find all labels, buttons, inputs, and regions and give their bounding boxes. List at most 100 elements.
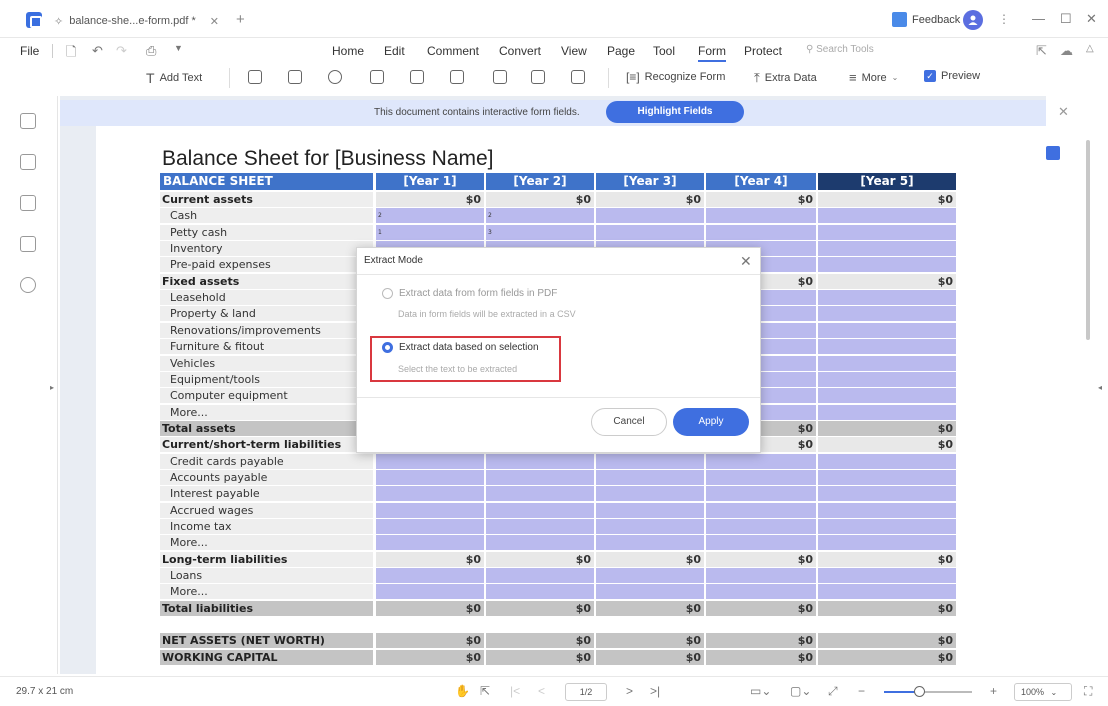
form-field[interactable] [818,355,956,371]
maximize-button[interactable]: ☐ [1060,11,1072,27]
attachment-icon[interactable] [20,236,36,252]
form-field[interactable] [596,224,704,240]
comment-icon[interactable] [20,195,36,211]
zoom-out-icon[interactable]: − [858,684,865,698]
undo-icon[interactable]: ↶ [92,43,103,59]
more-tool[interactable]: ≡ More ⌄ [849,70,898,85]
form-field[interactable] [376,568,484,584]
prev-page-icon[interactable]: < [538,684,545,698]
form-field[interactable] [818,290,956,306]
signature-field-tool[interactable] [531,70,545,84]
vertical-scrollbar[interactable] [1086,140,1090,340]
quick-access-dropdown-icon[interactable]: ▼ [174,43,183,53]
close-notification-icon[interactable]: ✕ [1058,104,1069,120]
view-mode-icon[interactable]: ▢⌄ [790,684,811,698]
image-field-tool[interactable] [493,70,507,84]
cancel-button[interactable]: Cancel [591,408,667,436]
form-field[interactable] [818,584,956,600]
search-icon[interactable] [20,277,36,293]
menu-page[interactable]: Page [607,44,635,58]
recognize-form-tool[interactable]: [≡] Recognize Form [626,70,725,84]
more-options-icon[interactable]: ⋮ [998,12,1010,26]
form-field[interactable] [818,519,956,534]
cloud-upload-icon[interactable]: ☁ [1060,43,1073,59]
form-field[interactable] [818,339,956,355]
expand-right-panel-icon[interactable]: ◂ [1098,383,1102,392]
form-field[interactable] [818,241,956,257]
search-tools[interactable]: ⚲ Search Tools [806,44,874,55]
form-field[interactable]: 3 [486,224,594,240]
form-field[interactable] [486,469,594,485]
close-tab-icon[interactable]: ✕ [210,15,219,28]
menu-comment[interactable]: Comment [427,44,479,58]
form-field[interactable]: 1 [376,224,484,240]
form-field[interactable] [706,502,816,518]
menu-form[interactable]: Form [698,44,726,62]
form-field[interactable] [818,208,956,224]
form-field[interactable] [818,404,956,420]
form-field[interactable] [596,584,704,600]
form-field[interactable] [706,486,816,502]
text-field-tool[interactable] [248,70,262,84]
form-field[interactable] [486,584,594,600]
form-field[interactable] [818,224,956,240]
form-field[interactable] [376,535,484,551]
form-field[interactable] [596,502,704,518]
form-field[interactable] [596,208,704,224]
form-field[interactable] [818,388,956,404]
print-icon[interactable]: ⎙ [146,43,156,59]
option-form-fields[interactable]: Extract data from form fields in PDF [382,288,557,299]
form-field[interactable] [376,584,484,600]
file-menu[interactable]: File [20,44,39,58]
form-field[interactable] [486,453,594,469]
close-dialog-icon[interactable]: ✕ [740,253,752,270]
form-field[interactable] [596,568,704,584]
form-field[interactable] [486,568,594,584]
form-field[interactable] [818,535,956,551]
properties-panel-icon[interactable] [1046,146,1060,160]
form-field[interactable] [376,519,484,534]
form-field[interactable] [818,568,956,584]
form-field[interactable] [596,453,704,469]
form-field[interactable] [706,568,816,584]
form-field[interactable] [818,322,956,338]
save-icon[interactable]: 🗋 [66,43,76,65]
redo-icon[interactable]: ↷ [116,43,127,59]
checkbox-tool[interactable] [288,70,302,84]
form-field[interactable] [706,224,816,240]
zoom-slider-handle[interactable] [914,686,925,697]
form-field[interactable] [376,453,484,469]
zoom-in-icon[interactable]: + [990,684,997,698]
checkbox-checked-icon[interactable]: ✓ [924,70,936,82]
form-field[interactable] [706,519,816,534]
menu-tool[interactable]: Tool [653,44,675,58]
bookmark-icon[interactable] [20,154,36,170]
radio-button-tool[interactable] [328,70,342,84]
fullscreen-icon[interactable]: ⛶ [1084,684,1092,699]
form-field[interactable] [486,486,594,502]
form-field[interactable] [706,469,816,485]
next-page-icon[interactable]: > [626,684,633,698]
form-field[interactable] [818,486,956,502]
thumbnails-icon[interactable] [20,113,36,129]
new-tab-icon[interactable]: + [236,11,245,28]
form-field[interactable] [596,535,704,551]
fit-page-icon[interactable]: ⤢ [828,684,838,699]
zoom-level-select[interactable]: 100% ⌄ [1014,683,1072,701]
form-field[interactable] [706,535,816,551]
pin-icon[interactable]: ✧ [54,15,63,28]
first-page-icon[interactable]: |< [510,684,520,698]
form-field[interactable] [486,519,594,534]
form-field[interactable] [818,469,956,485]
form-field[interactable] [818,257,956,273]
preview-toggle[interactable]: ✓ Preview [924,70,980,82]
highlight-fields-button[interactable]: Highlight Fields [606,101,744,123]
add-text-tool[interactable]: T Add Text [146,70,202,86]
close-window-button[interactable]: ✕ [1086,11,1097,27]
user-avatar[interactable] [963,10,983,30]
form-field[interactable]: 2 [486,208,594,224]
radio-unselected[interactable] [382,288,393,299]
extra-data-tool[interactable]: ⤒ Extra Data [754,70,817,86]
option-selection[interactable]: Extract data based on selection [382,342,539,353]
expand-left-panel-icon[interactable]: ▸ [50,383,54,392]
